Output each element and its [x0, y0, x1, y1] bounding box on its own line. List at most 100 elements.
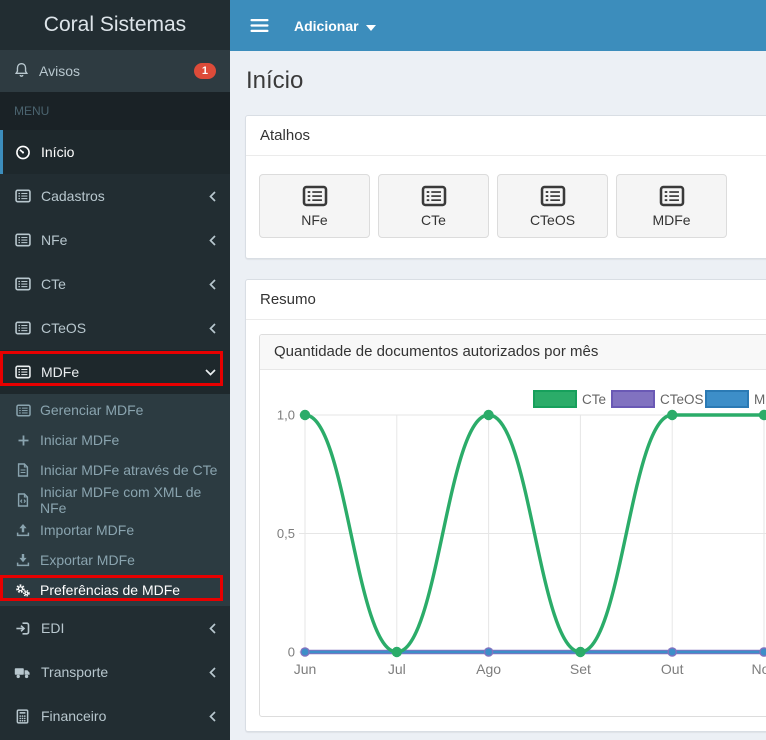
file-code-icon	[15, 493, 31, 507]
menu-label: Cadastros	[41, 188, 105, 204]
sidebar-item-edi[interactable]: EDI	[0, 606, 230, 650]
list-icon	[14, 321, 31, 335]
menu-label: MDFe	[41, 364, 80, 380]
sidebar-item-cteos[interactable]: CTeOS	[0, 306, 230, 350]
submenu-label: Iniciar MDFe com XML de NFe	[40, 484, 202, 516]
shortcut-label: CTe	[421, 211, 446, 228]
sidebar: Coral Sistemas Avisos 1 MENU Início Cada…	[0, 0, 230, 740]
truck-icon	[14, 666, 31, 679]
gears-icon	[15, 583, 31, 598]
submenu-label: Importar MDFe	[40, 522, 135, 538]
chevron-left-icon	[208, 622, 217, 635]
page-title: Início	[246, 67, 304, 94]
mdfe-submenu: Gerenciar MDFe Iniciar MDFe Iniciar MDFe…	[0, 394, 230, 606]
add-dropdown-label: Adicionar	[294, 17, 359, 34]
submenu-item-iniciar-mdfe[interactable]: Iniciar MDFe	[0, 425, 230, 455]
shortcut-row: NFe CTe CTeOS MDFe	[259, 170, 766, 244]
list-icon	[14, 277, 31, 291]
svg-text:0,5: 0,5	[277, 526, 295, 541]
svg-text:Set: Set	[570, 661, 591, 677]
sidebar-item-inicio[interactable]: Início	[0, 130, 230, 174]
download-icon	[15, 553, 31, 567]
sidebar-item-transporte[interactable]: Transporte	[0, 650, 230, 694]
chart-title: Quantidade de documentos autorizados por…	[260, 335, 766, 370]
shortcuts-card: Atalhos NFe CTe CTeOS MDFe	[245, 115, 766, 259]
submenu-label: Exportar MDFe	[40, 552, 135, 568]
notification-badge: 1	[193, 63, 216, 79]
shortcuts-card-title: Atalhos	[246, 116, 766, 156]
menu-label: NFe	[41, 232, 68, 248]
svg-text:Out: Out	[661, 661, 684, 677]
chevron-left-icon	[208, 710, 217, 723]
menu-label: Financeiro	[41, 708, 107, 724]
chevron-left-icon	[208, 234, 217, 247]
topbar: Adicionar	[230, 0, 766, 51]
sidebar-item-nfe[interactable]: NFe	[0, 218, 230, 262]
chevron-left-icon	[208, 666, 217, 679]
chevron-left-icon	[208, 322, 217, 335]
svg-text:CTe: CTe	[582, 392, 606, 407]
sidebar-item-cadastros[interactable]: Cadastros	[0, 174, 230, 218]
submenu-item-iniciar-mdfe-xml-nfe[interactable]: Iniciar MDFe com XML de NFe	[0, 484, 230, 516]
chart-card: Quantidade de documentos autorizados por…	[259, 334, 766, 717]
plus-icon	[15, 434, 31, 447]
calculator-icon	[14, 708, 31, 724]
svg-text:MDFe: MDFe	[754, 392, 766, 407]
add-dropdown[interactable]: Adicionar	[282, 0, 388, 51]
list-icon	[302, 185, 328, 207]
sidebar-item-mdfe[interactable]: MDFe	[0, 350, 230, 394]
svg-text:CTeOS: CTeOS	[660, 392, 704, 407]
dashboard-icon	[14, 145, 31, 160]
svg-text:Ago: Ago	[476, 661, 501, 677]
shortcut-button-cte[interactable]: CTe	[378, 174, 489, 238]
menu-label: CTe	[41, 276, 66, 292]
hamburger-icon[interactable]	[240, 0, 278, 51]
list-icon	[421, 185, 447, 207]
caret-down-icon	[365, 18, 376, 34]
submenu-label: Iniciar MDFe	[40, 432, 120, 448]
summary-card: Resumo Quantidade de documentos autoriza…	[245, 279, 766, 732]
shortcut-label: NFe	[301, 211, 328, 228]
submenu-item-gerenciar-mdfe[interactable]: Gerenciar MDFe	[0, 395, 230, 425]
summary-card-title: Resumo	[246, 280, 766, 320]
list-icon	[14, 189, 31, 203]
menu-label: EDI	[41, 620, 65, 636]
list-icon	[14, 365, 31, 379]
brand-title: Coral Sistemas	[0, 0, 230, 50]
sidebar-item-avisos[interactable]: Avisos 1	[0, 50, 230, 92]
chevron-down-icon	[204, 368, 217, 377]
list-icon	[540, 185, 566, 207]
menu-label: CTeOS	[41, 320, 87, 336]
edi-icon	[14, 621, 31, 636]
submenu-label: Preferências de MDFe	[40, 582, 181, 598]
svg-text:0: 0	[288, 645, 295, 660]
svg-text:Nov: Nov	[752, 661, 766, 677]
shortcut-label: CTeOS	[529, 211, 576, 228]
list-icon	[15, 403, 31, 417]
content: Início Atalhos NFe CTe CTeOS MDFe Resumo…	[230, 67, 766, 732]
shortcut-button-mdfe[interactable]: MDFe	[616, 174, 727, 238]
chevron-left-icon	[208, 278, 217, 291]
svg-text:Jul: Jul	[388, 661, 406, 677]
sidebar-item-financeiro[interactable]: Financeiro	[0, 694, 230, 738]
submenu-label: Iniciar MDFe através de CTe	[40, 462, 218, 478]
chevron-left-icon	[208, 190, 217, 203]
file-icon	[15, 463, 31, 477]
submenu-item-importar-mdfe[interactable]: Importar MDFe	[0, 515, 230, 545]
main-area: Adicionar Início Atalhos NFe CTe CTeOS M…	[230, 0, 766, 740]
svg-text:1,0: 1,0	[277, 408, 295, 423]
avisos-label: Avisos	[39, 63, 80, 79]
shortcut-label: MDFe	[652, 211, 691, 228]
shortcut-button-cteos[interactable]: CTeOS	[497, 174, 608, 238]
list-icon	[14, 233, 31, 247]
chart-area: Jun Jul Ago Set Out Nov 0 0,5 1,0 CTe CTeOS MDFe	[260, 370, 766, 716]
submenu-item-exportar-mdfe[interactable]: Exportar MDFe	[0, 545, 230, 575]
menu-section-header: MENU	[0, 92, 230, 130]
submenu-item-iniciar-mdfe-cte[interactable]: Iniciar MDFe através de CTe	[0, 455, 230, 485]
submenu-label: Gerenciar MDFe	[40, 402, 144, 418]
shortcut-button-nfe[interactable]: NFe	[259, 174, 370, 238]
upload-icon	[15, 523, 31, 537]
menu-label: Início	[41, 144, 75, 160]
submenu-item-preferencias-mdfe[interactable]: Preferências de MDFe	[0, 575, 230, 605]
sidebar-item-cte[interactable]: CTe	[0, 262, 230, 306]
